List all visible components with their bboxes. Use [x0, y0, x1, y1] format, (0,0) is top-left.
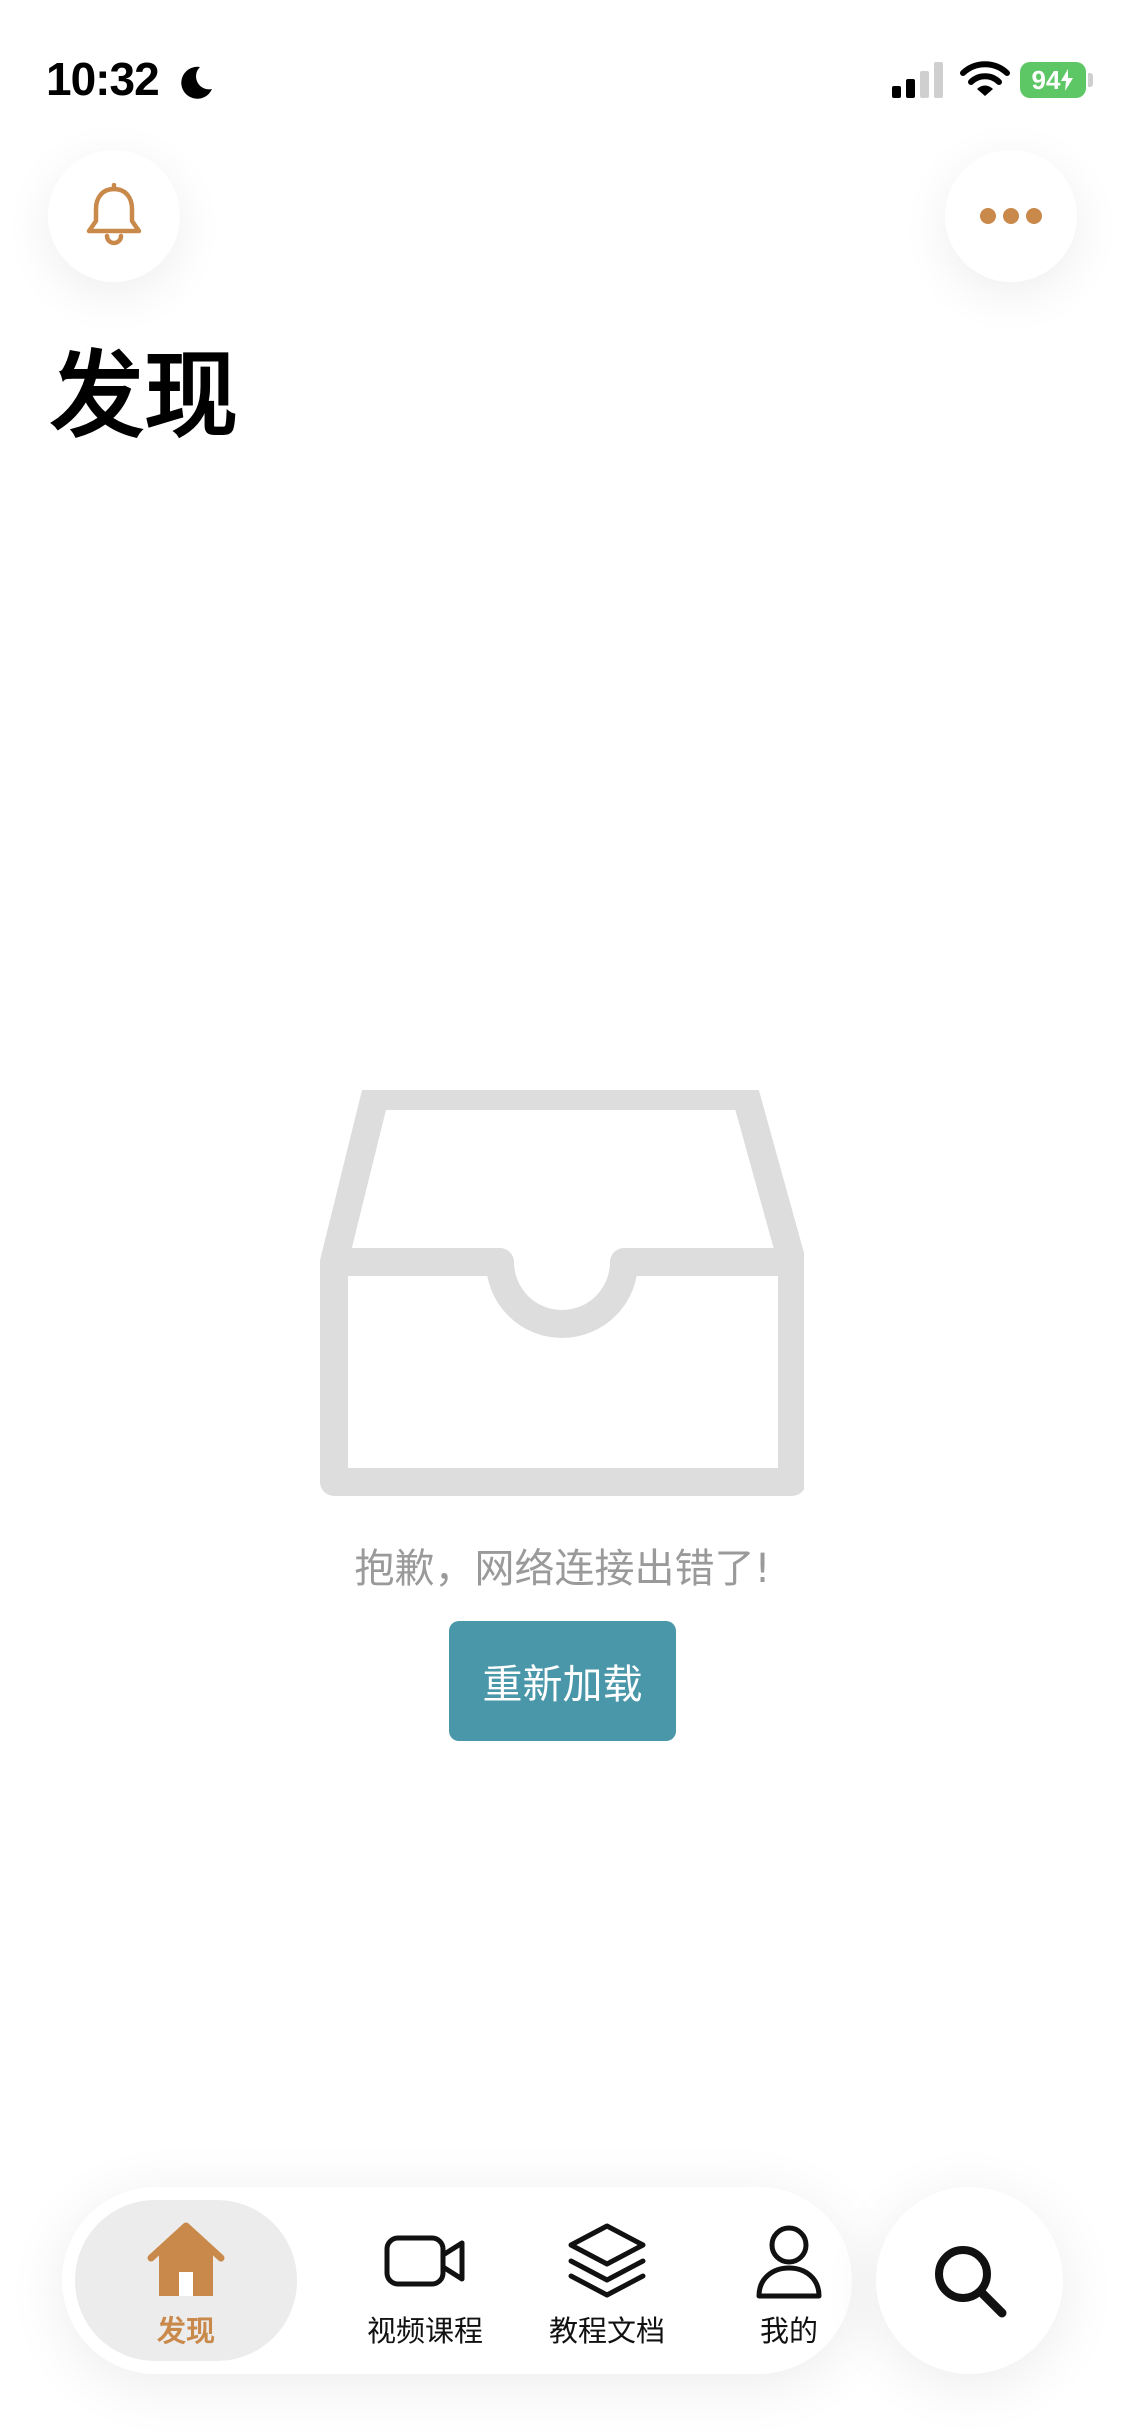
- notifications-button[interactable]: [48, 150, 180, 282]
- tab-video-courses-label: 视频课程: [366, 2314, 483, 2348]
- status-bar: 10:32 94: [0, 0, 1125, 150]
- error-message: 抱歉，网络连接出错了!: [354, 1546, 771, 1592]
- wifi-icon: [960, 61, 1010, 96]
- more-dots-icon: [980, 208, 1042, 224]
- battery-indicator: 94: [1020, 62, 1086, 98]
- tab-tutorial-docs-label: 教程文档: [548, 2314, 665, 2348]
- reload-button[interactable]: 重新加载: [449, 1621, 676, 1741]
- bell-icon: [86, 183, 142, 246]
- home-icon: [147, 2222, 225, 2296]
- empty-inbox-icon: [320, 1090, 804, 1496]
- page-title: 发现: [50, 342, 239, 451]
- status-time: 10:32: [46, 53, 160, 105]
- layers-icon: [568, 2223, 646, 2298]
- charging-bolt-icon: [1061, 69, 1074, 91]
- search-button[interactable]: [876, 2187, 1063, 2374]
- battery-level: 94: [1031, 64, 1061, 95]
- tab-discover-label: 发现: [156, 2314, 215, 2348]
- user-icon: [756, 2225, 822, 2299]
- tab-mine[interactable]: 我的: [698, 2200, 880, 2361]
- video-camera-icon: [384, 2235, 465, 2287]
- cellular-signal-icon: [892, 62, 943, 98]
- battery-cap: [1088, 73, 1093, 87]
- tab-mine-label: 我的: [759, 2314, 818, 2348]
- more-options-button[interactable]: [945, 150, 1077, 282]
- tab-video-courses[interactable]: 视频课程: [334, 2200, 516, 2361]
- moon-icon: [181, 66, 212, 99]
- tab-tutorial-docs[interactable]: 教程文档: [516, 2200, 698, 2361]
- tab-discover[interactable]: 发现: [75, 2200, 297, 2361]
- search-icon: [934, 2245, 1006, 2317]
- bottom-tab-bar: 发现 视频课程 教程文档 我的: [62, 2187, 852, 2374]
- discover-page: 10:32 94 发现 抱歉，网络连接出错了! 重新加载 发现 视频课程 教程文…: [0, 0, 1125, 2436]
